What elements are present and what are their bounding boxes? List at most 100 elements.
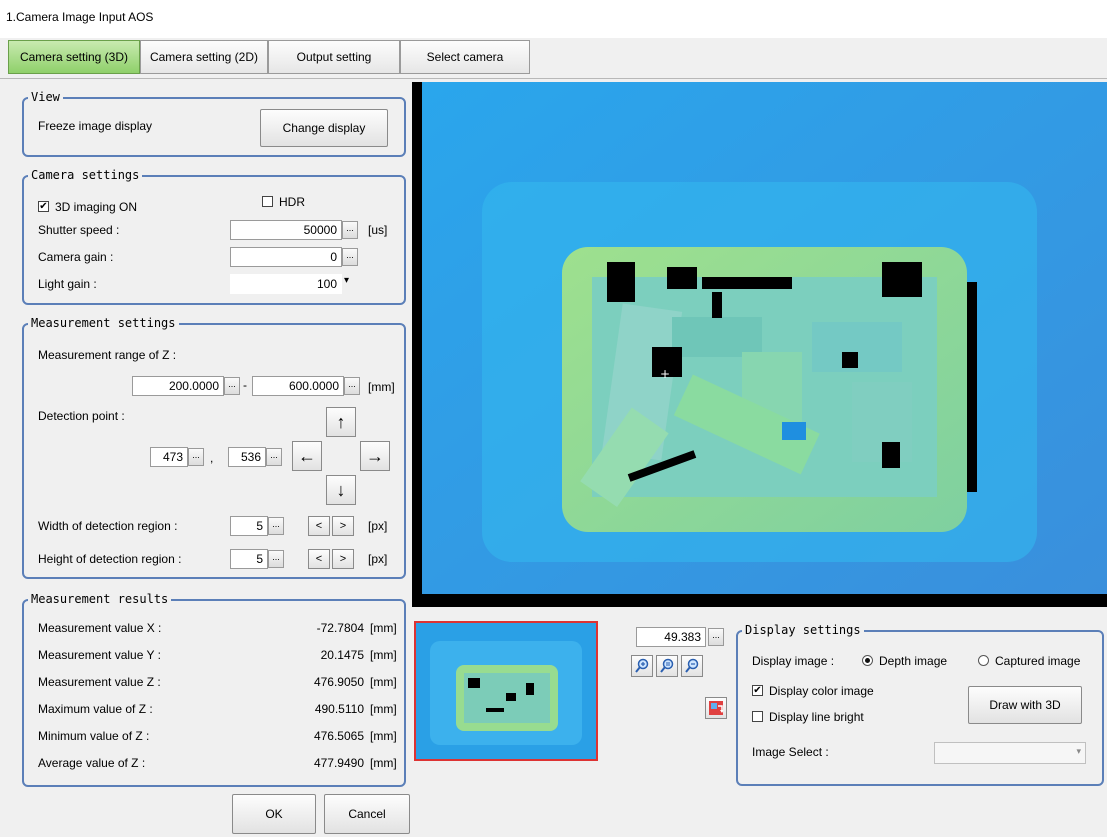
- captured-image-radio[interactable]: [978, 655, 989, 666]
- hdr-checkbox[interactable]: [262, 196, 273, 207]
- tab-camera-setting-2d[interactable]: Camera setting (2D): [140, 40, 268, 74]
- result-unit: [mm]: [370, 621, 397, 635]
- title-bar: 1.Camera Image Input AOS: [0, 0, 1107, 39]
- hdr-label: HDR: [279, 195, 305, 209]
- result-unit: [mm]: [370, 702, 397, 716]
- z-range-max-browse-button[interactable]: ...: [344, 377, 360, 395]
- z-range-min-browse-button[interactable]: ...: [224, 377, 240, 395]
- camera-gain-field[interactable]: 0: [230, 247, 342, 267]
- 3d-imaging-checkbox[interactable]: ✔: [38, 201, 49, 212]
- measurement-settings-label: Measurement settings: [28, 316, 179, 330]
- image-select-dropdown[interactable]: ▾: [934, 742, 1086, 764]
- shutter-unit: [us]: [368, 223, 388, 237]
- measurement-results-label: Measurement results: [28, 592, 172, 606]
- camera-settings-label: Camera settings: [28, 168, 143, 182]
- result-label: Maximum value of Z :: [38, 702, 153, 716]
- zoom-in-icon: [635, 658, 649, 673]
- depth-image-label: Depth image: [879, 654, 948, 668]
- z-range-min-field[interactable]: 200.0000: [132, 376, 224, 396]
- line-bright-checkbox[interactable]: [752, 711, 763, 722]
- zoom-fit-icon: [660, 658, 674, 673]
- result-unit: [mm]: [370, 675, 397, 689]
- tab-bar: Camera setting (3D) Camera setting (2D) …: [0, 38, 1107, 79]
- result-value: 476.5065: [313, 729, 364, 743]
- detection-height-increase-button[interactable]: >: [332, 549, 354, 569]
- camera-gain-label: Camera gain :: [38, 250, 114, 264]
- depth-image-radio[interactable]: [862, 655, 873, 666]
- window-title: 1.Camera Image Input AOS: [6, 10, 154, 24]
- line-bright-label: Display line bright: [769, 710, 864, 724]
- 3d-imaging-label: 3D imaging ON: [55, 200, 138, 214]
- arrow-right-icon: →: [366, 445, 384, 466]
- detection-height-browse-button[interactable]: ...: [268, 550, 284, 568]
- detection-height-label: Height of detection region :: [38, 552, 182, 566]
- move-left-button[interactable]: ←: [292, 441, 322, 471]
- display-settings-label: Display settings: [742, 623, 864, 637]
- detection-width-unit: [px]: [368, 519, 388, 533]
- image-select-label: Image Select :: [752, 745, 829, 759]
- detection-point-x-field[interactable]: 473: [150, 447, 188, 467]
- z-range-unit: [mm]: [368, 380, 395, 394]
- zoom-field[interactable]: 49.383: [636, 627, 706, 647]
- zoom-out-icon: [685, 658, 699, 673]
- move-up-button[interactable]: ↑: [326, 407, 356, 437]
- result-label: Average value of Z :: [38, 756, 146, 770]
- result-label: Measurement value Y :: [38, 648, 161, 662]
- draw-3d-button[interactable]: Draw with 3D: [968, 686, 1082, 724]
- result-label: Measurement value Z :: [38, 675, 161, 689]
- detection-point-y-field[interactable]: 536: [228, 447, 266, 467]
- zoom-out-button[interactable]: [681, 655, 703, 677]
- detection-width-label: Width of detection region :: [38, 519, 178, 533]
- depth-image: +: [422, 82, 1107, 594]
- ok-button[interactable]: OK: [232, 794, 316, 834]
- zoom-browse-button[interactable]: ...: [708, 628, 724, 646]
- detection-width-decrease-button[interactable]: <: [308, 516, 330, 536]
- freeze-image-label: Freeze image display: [38, 119, 153, 133]
- detection-point-y-browse-button[interactable]: ...: [266, 448, 282, 466]
- z-range-max-field[interactable]: 600.0000: [252, 376, 344, 396]
- color-image-checkbox[interactable]: ✔: [752, 685, 763, 696]
- result-value: 477.9490: [313, 756, 364, 770]
- shutter-speed-field[interactable]: 50000: [230, 220, 342, 240]
- camera-gain-browse-button[interactable]: ...: [342, 248, 358, 266]
- detection-width-increase-button[interactable]: >: [332, 516, 354, 536]
- result-label: Minimum value of Z :: [38, 729, 150, 743]
- chevron-down-icon: ▾: [1076, 746, 1081, 756]
- depth-image-viewer[interactable]: +: [412, 82, 1107, 607]
- light-gain-select[interactable]: 100: [230, 274, 342, 294]
- shutter-speed-browse-button[interactable]: ...: [342, 221, 358, 239]
- move-right-button[interactable]: →: [360, 441, 390, 471]
- camera-settings-group: Camera settings ✔ 3D imaging ON HDR Shut…: [22, 168, 406, 305]
- zoom-fit-button[interactable]: [656, 655, 678, 677]
- cancel-button[interactable]: Cancel: [324, 794, 410, 834]
- change-display-button[interactable]: Change display: [260, 109, 388, 147]
- tab-select-camera[interactable]: Select camera: [400, 40, 530, 74]
- measurement-results-group: Measurement results Measurement value X …: [22, 592, 406, 787]
- light-gain-label: Light gain :: [38, 277, 97, 291]
- detection-width-field[interactable]: 5: [230, 516, 268, 536]
- detection-height-decrease-button[interactable]: <: [308, 549, 330, 569]
- detection-height-unit: [px]: [368, 552, 388, 566]
- arrow-up-icon: ↑: [336, 411, 346, 432]
- result-value: 490.5110: [314, 702, 364, 716]
- move-down-button[interactable]: ↓: [326, 475, 356, 505]
- thumbnail-viewer[interactable]: [414, 621, 598, 761]
- arrow-down-icon: ↓: [336, 479, 346, 500]
- shutter-speed-label: Shutter speed :: [38, 223, 120, 237]
- chevron-down-icon[interactable]: ▾: [344, 275, 349, 286]
- detection-point-label: Detection point :: [38, 409, 125, 423]
- tab-camera-setting-3d[interactable]: Camera setting (3D): [8, 40, 140, 74]
- detection-height-field[interactable]: 5: [230, 549, 268, 569]
- display-settings-group: Display settings Display image : Depth i…: [736, 623, 1104, 786]
- zoom-in-button[interactable]: [631, 655, 653, 677]
- captured-image-label: Captured image: [995, 654, 1081, 668]
- detection-width-browse-button[interactable]: ...: [268, 517, 284, 535]
- color-image-label: Display color image: [769, 684, 874, 698]
- image-switch-button[interactable]: [705, 697, 727, 719]
- arrow-left-icon: ←: [298, 445, 316, 466]
- image-switch-icon: [709, 701, 724, 715]
- z-range-label: Measurement range of Z :: [38, 348, 177, 362]
- tab-output-setting[interactable]: Output setting: [268, 40, 400, 74]
- detection-point-x-browse-button[interactable]: ...: [188, 448, 204, 466]
- result-unit: [mm]: [370, 729, 397, 743]
